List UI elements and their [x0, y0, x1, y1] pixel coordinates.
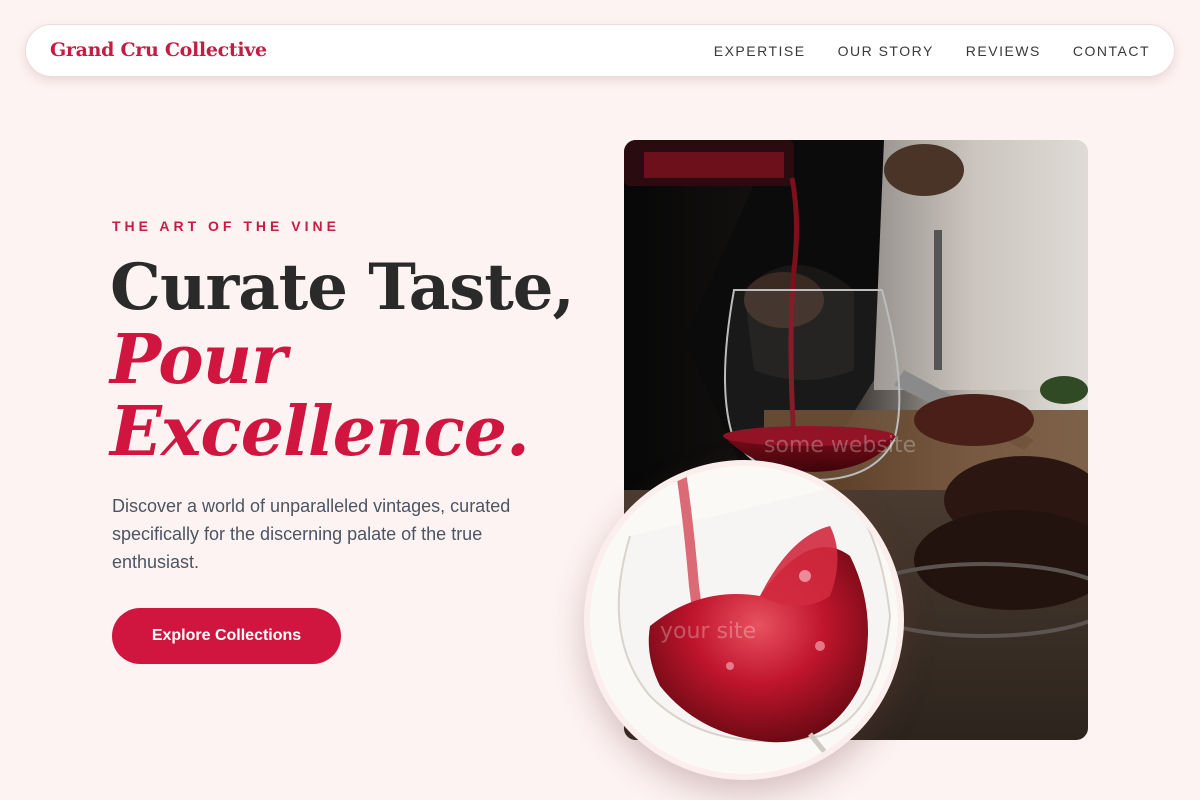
hero-headline: Curate Taste, Pour Excellence. — [110, 250, 590, 472]
nav-link-contact[interactable]: CONTACT — [1073, 43, 1150, 59]
explore-collections-button[interactable]: Explore Collections — [112, 608, 341, 664]
headline-line-2: Pour — [110, 320, 287, 400]
top-navigation: Grand Cru Collective EXPERTISE OUR STORY… — [25, 24, 1175, 77]
round-photo-watermark: your site — [660, 619, 756, 644]
nav-link-reviews[interactable]: REVIEWS — [966, 43, 1041, 59]
brand-logo[interactable]: Grand Cru Collective — [50, 39, 267, 61]
wine-splash-photo: your site — [584, 460, 904, 780]
headline-line-3: Excellence. — [110, 392, 530, 472]
hero-eyebrow: THE ART OF THE VINE — [112, 218, 340, 234]
main-photo-watermark: some website — [764, 433, 916, 458]
nav-link-our-story[interactable]: OUR STORY — [838, 43, 934, 59]
nav-link-expertise[interactable]: EXPERTISE — [714, 43, 806, 59]
headline-line-1: Curate Taste, — [110, 250, 575, 325]
hero-description: Discover a world of unparalleled vintage… — [112, 496, 511, 572]
nav-links: EXPERTISE OUR STORY REVIEWS CONTACT — [714, 43, 1150, 59]
